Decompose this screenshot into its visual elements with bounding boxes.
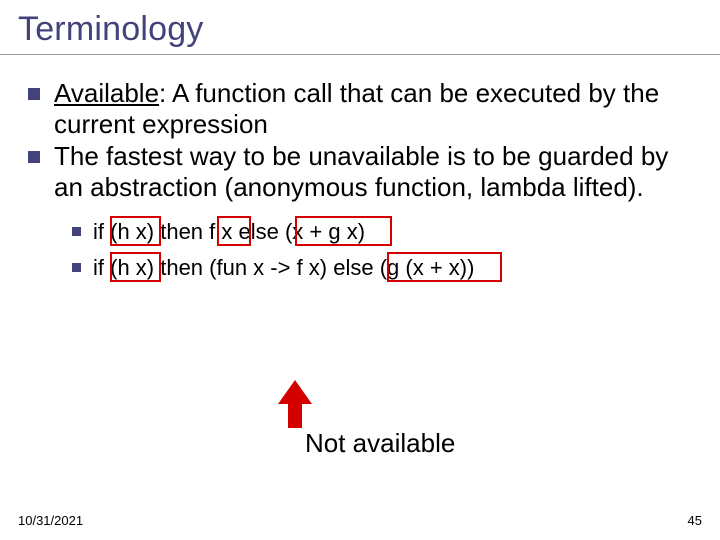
sub-bullets: if (h x) then f x else (x + g x) if (h x… bbox=[72, 219, 690, 281]
footer-page-number: 45 bbox=[688, 513, 702, 528]
footer-date: 10/31/2021 bbox=[18, 513, 83, 528]
slide-title: Terminology bbox=[18, 10, 204, 49]
term-available: Available bbox=[54, 78, 159, 108]
square-bullet-icon bbox=[72, 263, 81, 272]
square-bullet-icon bbox=[28, 151, 40, 163]
annotation-not-available: Not available bbox=[305, 428, 455, 459]
example-1: if (h x) then f x else (x + g x) bbox=[72, 219, 690, 245]
bullet-2: The fastest way to be unavailable is to … bbox=[28, 141, 690, 202]
highlight-box bbox=[295, 216, 392, 246]
bullet-1: Available: A function call that can be e… bbox=[28, 78, 690, 139]
example-2: if (h x) then (fun x -> f x) else (g (x … bbox=[72, 255, 690, 281]
bullet-2-text: The fastest way to be unavailable is to … bbox=[54, 141, 690, 202]
square-bullet-icon bbox=[28, 88, 40, 100]
highlight-box bbox=[387, 252, 502, 282]
slide: Terminology Available: A function call t… bbox=[0, 0, 720, 540]
highlight-box bbox=[110, 216, 161, 246]
square-bullet-icon bbox=[72, 227, 81, 236]
bullet-1-text: Available: A function call that can be e… bbox=[54, 78, 690, 139]
body: Available: A function call that can be e… bbox=[28, 78, 690, 291]
highlight-box bbox=[110, 252, 161, 282]
highlight-box bbox=[217, 216, 251, 246]
title-rule bbox=[0, 54, 720, 55]
